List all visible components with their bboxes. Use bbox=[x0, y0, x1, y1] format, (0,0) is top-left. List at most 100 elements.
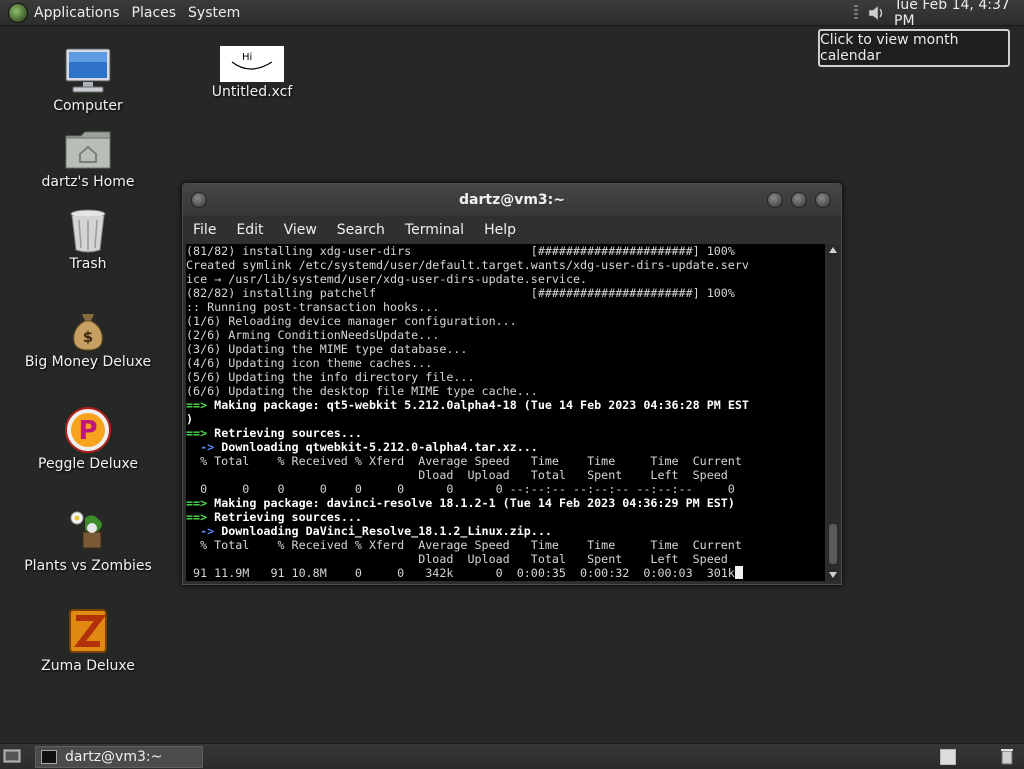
arrow-prefix: ==> bbox=[186, 496, 215, 510]
terminal-line-status: -> Downloading qtwebkit-5.212.0-alpha4.t… bbox=[186, 440, 825, 454]
status-text: Downloading DaVinci_Resolve_18.1.2_Linux… bbox=[221, 524, 552, 538]
scrollbar-thumb[interactable] bbox=[829, 524, 837, 564]
terminal-line: % Total % Received % Xferd Average Speed… bbox=[186, 538, 742, 552]
desktop-icon-big-money[interactable]: $ Big Money Deluxe bbox=[18, 310, 158, 370]
terminal-menubar: File Edit View Search Terminal Help bbox=[183, 216, 841, 243]
terminal-line: (3/6) Updating the MIME type database... bbox=[186, 342, 468, 356]
progress-text: 91 11.9M 91 10.8M 0 0 342k 0 0:00:35 0:0… bbox=[186, 566, 735, 580]
taskbar-button-terminal[interactable]: dartz@vm3:~ bbox=[35, 746, 203, 768]
menu-search[interactable]: Search bbox=[327, 222, 395, 238]
desktop-icon-label: Zuma Deluxe bbox=[41, 658, 135, 674]
terminal-line: 0 0 0 0 0 0 0 0 --:--:-- --:--:-- --:--:… bbox=[186, 482, 735, 496]
terminal-line-progress: 91 11.9M 91 10.8M 0 0 342k 0 0:00:35 0:0… bbox=[186, 566, 825, 580]
arrow-prefix: ==> bbox=[186, 398, 215, 412]
status-text: Downloading qtwebkit-5.212.0-alpha4.tar.… bbox=[221, 440, 538, 454]
terminal-line: ice → /usr/lib/systemd/user/xdg-user-dir… bbox=[186, 272, 588, 286]
terminal-line-status: ==> Making package: davinci-resolve 18.1… bbox=[186, 496, 825, 510]
places-menu[interactable]: Places bbox=[132, 5, 184, 21]
money-bag-icon: $ bbox=[73, 314, 103, 351]
sub-arrow-prefix: -> bbox=[186, 440, 222, 454]
top-panel: Applications Places System Tue Feb 14, 4… bbox=[0, 0, 1024, 29]
terminal-line: Dload Upload Total Spent Left Speed bbox=[186, 552, 728, 566]
terminal-line-status: ==> Retrieving sources... bbox=[186, 510, 825, 524]
show-desktop-icon[interactable] bbox=[3, 748, 21, 764]
maximize-button[interactable] bbox=[791, 192, 807, 208]
panel-separator bbox=[854, 4, 858, 21]
volume-icon[interactable] bbox=[866, 3, 886, 23]
taskbar-button-label: dartz@vm3:~ bbox=[65, 749, 163, 765]
desktop-icon-label: Peggle Deluxe bbox=[38, 456, 138, 472]
desktop-icon-label: Big Money Deluxe bbox=[24, 354, 152, 370]
arrow-prefix: ==> bbox=[186, 510, 215, 524]
home-folder-icon bbox=[65, 131, 111, 169]
menu-file[interactable]: File bbox=[183, 222, 226, 238]
desktop-icon-untitled-xcf[interactable]: Hi Untitled.xcf bbox=[182, 46, 322, 100]
scroll-up-icon[interactable] bbox=[827, 244, 839, 256]
bottom-panel: dartz@vm3:~ bbox=[0, 743, 1024, 769]
terminal-line: % Total % Received % Xferd Average Speed… bbox=[186, 454, 742, 468]
desktop-icon-computer[interactable]: Computer bbox=[18, 46, 158, 114]
computer-icon bbox=[65, 48, 111, 93]
terminal-line-status: ==> Making package: qt5-webkit 5.212.0al… bbox=[186, 398, 825, 412]
status-text: Making package: davinci-resolve 18.1.2-1… bbox=[214, 496, 735, 510]
clock[interactable]: Tue Feb 14, 4:37 PM bbox=[894, 0, 1020, 29]
applications-menu[interactable]: Applications bbox=[34, 5, 127, 21]
terminal-scrollbar[interactable] bbox=[827, 244, 839, 581]
svg-text:P: P bbox=[78, 416, 97, 446]
arrow-prefix: ==> bbox=[186, 426, 215, 440]
terminal-line-status: ==> Retrieving sources... bbox=[186, 426, 825, 440]
desktop-icon-label: Computer bbox=[53, 98, 123, 114]
terminal-output[interactable]: (81/82) installing xdg-user-dirs [######… bbox=[186, 244, 825, 581]
zuma-icon bbox=[69, 609, 107, 653]
image-thumbnail-icon: Hi bbox=[220, 46, 284, 82]
terminal-line-status: -> Downloading DaVinci_Resolve_18.1.2_Li… bbox=[186, 524, 825, 538]
terminal-line: ) bbox=[186, 412, 194, 426]
trash-applet-icon[interactable] bbox=[1000, 747, 1014, 765]
menu-edit[interactable]: Edit bbox=[226, 222, 273, 238]
desktop-icon-peggle[interactable]: P Peggle Deluxe bbox=[18, 406, 158, 472]
terminal-titlebar[interactable]: dartz@vm3:~ bbox=[183, 184, 841, 216]
workspace-switcher[interactable] bbox=[940, 749, 956, 765]
terminal-line: (2/6) Arming ConditionNeedsUpdate... bbox=[186, 328, 440, 342]
terminal-line: (81/82) installing xdg-user-dirs [######… bbox=[186, 244, 735, 258]
minimize-button[interactable] bbox=[767, 192, 783, 208]
peggle-icon: P bbox=[65, 407, 111, 453]
system-menu[interactable]: System bbox=[188, 5, 247, 21]
desktop-icon-home[interactable]: dartz's Home bbox=[18, 128, 158, 190]
desktop-icon-label: dartz's Home bbox=[41, 174, 135, 190]
sub-arrow-prefix: -> bbox=[186, 524, 222, 538]
menu-help[interactable]: Help bbox=[474, 222, 526, 238]
close-button[interactable] bbox=[815, 192, 831, 208]
status-text: Making package: qt5-webkit 5.212.0alpha4… bbox=[214, 398, 749, 412]
window-title: dartz@vm3:~ bbox=[459, 192, 565, 208]
svg-text:$: $ bbox=[83, 328, 93, 346]
top-panel-tray: Tue Feb 14, 4:37 PM bbox=[854, 0, 1024, 29]
terminal-small-icon bbox=[41, 750, 57, 764]
desktop-icon-zuma[interactable]: Zuma Deluxe bbox=[18, 606, 158, 674]
terminal-line: Dload Upload Total Spent Left Speed bbox=[186, 468, 728, 482]
terminal-line: :: Running post-transaction hooks... bbox=[186, 300, 440, 314]
desktop-icon-label: Trash bbox=[69, 256, 107, 272]
terminal-line: (1/6) Reloading device manager configura… bbox=[186, 314, 517, 328]
desktop-icon-label: Plants vs Zombies bbox=[24, 558, 152, 574]
calendar-tooltip: Click to view month calendar bbox=[818, 29, 1010, 67]
terminal-line: (6/6) Updating the desktop file MIME typ… bbox=[186, 384, 538, 398]
text-cursor bbox=[734, 566, 743, 579]
plants-vs-zombies-icon bbox=[70, 511, 102, 549]
svg-text:Hi: Hi bbox=[242, 52, 252, 63]
status-text: Retrieving sources... bbox=[214, 510, 362, 524]
distro-logo-icon[interactable] bbox=[8, 2, 28, 23]
terminal-line: (4/6) Updating icon theme caches... bbox=[186, 356, 433, 370]
status-text: Retrieving sources... bbox=[214, 426, 362, 440]
terminal-window[interactable]: dartz@vm3:~ File Edit View Search Termin… bbox=[182, 183, 842, 585]
desktop-icon-label: Untitled.xcf bbox=[211, 84, 293, 100]
terminal-line: (82/82) installing patchelf [###########… bbox=[186, 286, 735, 300]
terminal-line: (5/6) Updating the info directory file..… bbox=[186, 370, 475, 384]
trash-icon bbox=[70, 209, 106, 253]
menu-terminal[interactable]: Terminal bbox=[395, 222, 474, 238]
desktop-icon-trash[interactable]: Trash bbox=[18, 208, 158, 272]
desktop-icon-plants-vs-zombies[interactable]: Plants vs Zombies bbox=[18, 506, 158, 574]
menu-view[interactable]: View bbox=[274, 222, 327, 238]
terminal-line: Created symlink /etc/systemd/user/defaul… bbox=[186, 258, 749, 272]
scroll-down-icon[interactable] bbox=[827, 569, 839, 581]
